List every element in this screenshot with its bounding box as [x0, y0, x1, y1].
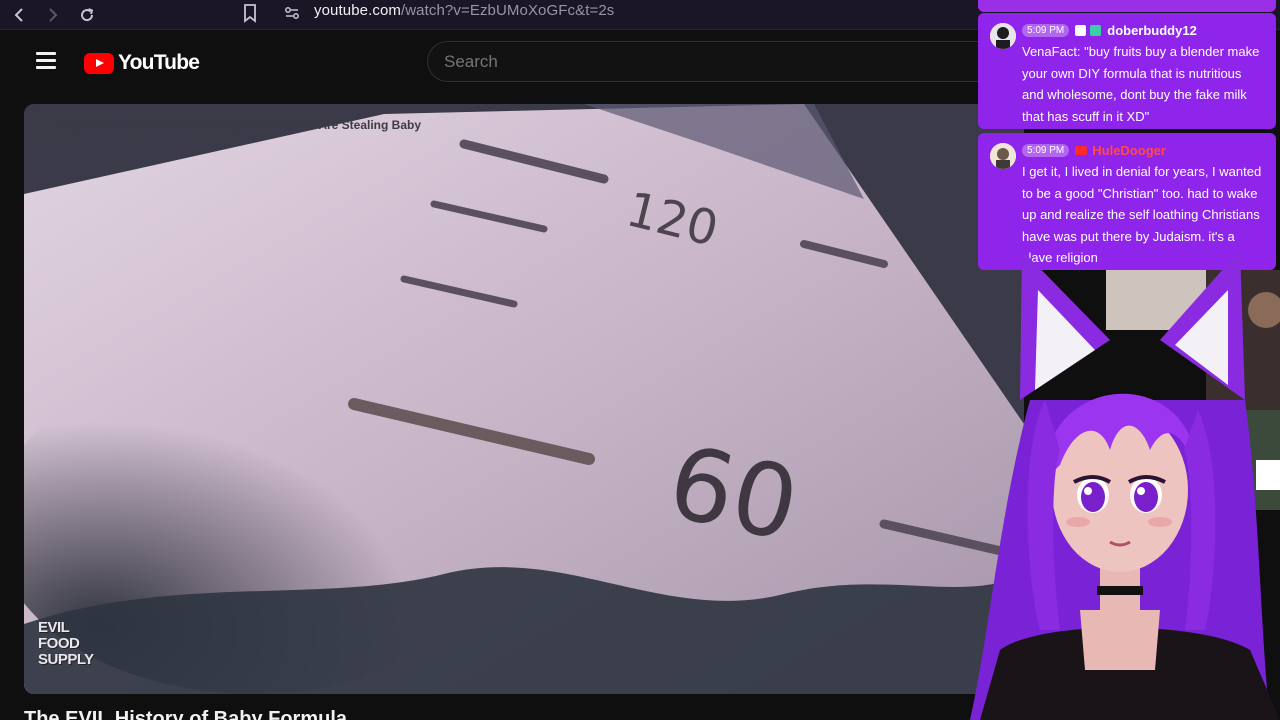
menu-icon[interactable]	[36, 52, 56, 69]
youtube-play-icon	[84, 52, 114, 74]
user-avatar	[990, 23, 1016, 49]
chat-timestamp: 5:09 PM	[1022, 143, 1070, 157]
youtube-header: YouTube	[0, 30, 997, 100]
youtube-icon	[1075, 145, 1088, 155]
youtube-logo[interactable]: YouTube	[84, 51, 200, 75]
stream-screen: youtube.com/watch?v=EzbUMoXoGFc&t=2s You…	[0, 0, 1280, 720]
address-bar[interactable]: youtube.com/watch?v=EzbUMoXoGFc&t=2s	[314, 2, 614, 19]
video-player[interactable]: 120 60 Sky News - Baby Formula Desperate…	[24, 104, 1024, 694]
watermark-line: EVIL	[38, 619, 70, 636]
camera-icon	[38, 119, 54, 131]
video-title: The EVIL History of Baby Formula	[24, 708, 348, 720]
url-host: youtube.com	[314, 2, 401, 19]
channel-watermark: EVIL FOOD SUPPLY	[38, 620, 94, 668]
video-frame: 120 60	[24, 104, 1024, 694]
user-avatar	[990, 143, 1016, 169]
search-input[interactable]	[444, 52, 944, 72]
vtuber-avatar	[960, 250, 1280, 720]
back-icon[interactable]	[4, 4, 34, 26]
credit-text: Sky News - Baby Formula Desperate Parent…	[60, 118, 422, 132]
chat-top-edge	[978, 0, 1276, 12]
bookmark-icon[interactable]	[240, 3, 260, 23]
url-path: /watch?v=EzbUMoXoGFc&t=2s	[400, 2, 615, 19]
watermark-line: SUPPLY	[38, 651, 94, 668]
chat-username[interactable]: doberbuddy12	[1107, 23, 1197, 38]
reload-icon[interactable]	[72, 4, 102, 26]
subscriber-badge-icon	[1090, 24, 1102, 36]
watermark-line: FOOD	[38, 635, 80, 652]
forward-icon[interactable]	[38, 4, 68, 26]
logo-text: YouTube	[118, 51, 200, 74]
site-settings-icon[interactable]	[283, 4, 301, 22]
chat-username[interactable]: HuleDooger	[1092, 143, 1166, 158]
search-box[interactable]	[427, 41, 997, 82]
video-credit: Sky News - Baby Formula Desperate Parent…	[38, 118, 421, 132]
chat-text: VenaFact: "buy fruits buy a blender make…	[1022, 44, 1260, 124]
chat-timestamp: 5:09 PM	[1022, 23, 1070, 37]
twitch-icon	[1075, 24, 1087, 36]
chat-message: 5:09 PM doberbuddy12 VenaFact: "buy frui…	[978, 13, 1276, 129]
